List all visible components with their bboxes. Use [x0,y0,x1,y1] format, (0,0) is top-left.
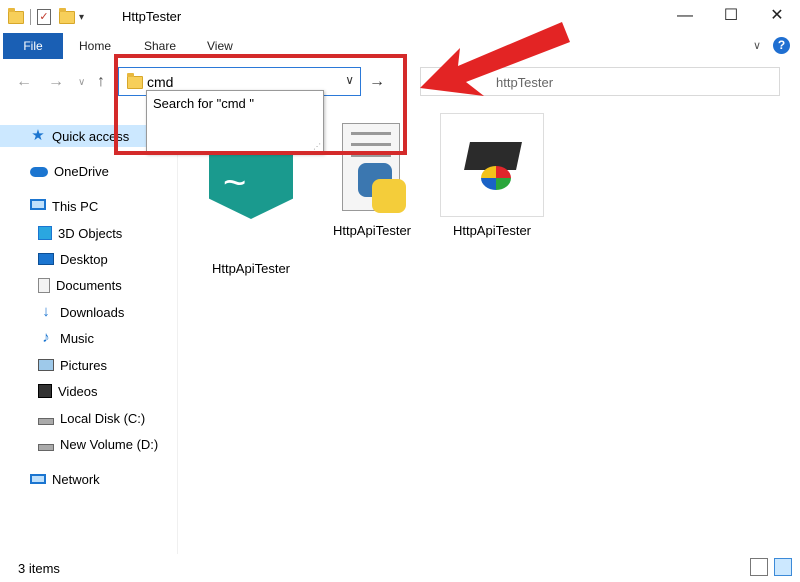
maximize-button[interactable]: ☐ [708,0,754,33]
folder-icon [127,73,143,89]
resize-grip-icon[interactable]: ⋰ [313,142,321,151]
chevron-down-icon[interactable]: ∨ [345,73,354,87]
sidebar-item-label: This PC [52,198,99,214]
search-hint-text: httpTester [496,75,554,90]
file-explorer-window: ✓ ▾ HttpTester — ☐ ✕ File Home Share Vie… [0,0,800,582]
view-toggle [750,558,792,576]
navigation-bar: ← → ∨ ↑ cmd ∨ → httpTester [0,59,800,105]
sidebar-item-videos[interactable]: Videos [38,380,98,402]
sidebar-item-label: Downloads [60,304,125,320]
sidebar-item-label: Desktop [60,251,108,267]
sidebar-item-label: OneDrive [54,163,109,179]
sidebar-item-onedrive[interactable]: OneDrive [30,160,109,182]
large-icons-view-icon[interactable] [774,558,792,576]
sidebar-item-new-volume[interactable]: New Volume (D:) [38,433,158,455]
back-arrow-icon[interactable]: ← [16,73,32,91]
network-icon [30,474,46,484]
close-button[interactable]: ✕ [754,0,800,33]
up-arrow-icon[interactable]: ↑ [97,73,105,91]
star-icon: ★ [31,127,45,144]
cloud-icon [30,167,48,177]
sidebar-item-label: 3D Objects [58,225,123,241]
window-controls: — ☐ ✕ [662,0,800,33]
customize-dropdown-icon[interactable]: ▾ [79,12,84,23]
sidebar-item-documents[interactable]: Documents [38,274,122,296]
window-title: HttpTester [122,9,182,24]
item-count: 3 items [18,561,60,576]
sidebar-item-label: Quick access [52,128,130,144]
quick-access-toolbar: ✓ ▾ [8,6,84,28]
file-name: HttpApiTester [332,223,412,238]
file-name: HttpApiTester [211,261,291,276]
music-icon: ♪ [42,329,50,346]
sidebar-item-label: New Volume (D:) [60,436,159,452]
sidebar-item-label: Pictures [60,357,107,373]
file-item[interactable]: HttpApiTester [437,113,547,238]
sidebar-item-pictures[interactable]: Pictures [38,354,107,376]
help-icon[interactable]: ? [773,37,790,54]
sidebar-item-local-disk[interactable]: Local Disk (C:) [38,407,145,429]
status-bar: 3 items [0,554,800,582]
sidebar-item-music[interactable]: ♪ Music [38,327,94,349]
file-list: HttpApiTester HttpApiTester HttpApiTeste… [180,105,800,554]
disk-icon [38,417,54,425]
tab-home[interactable]: Home [79,39,111,53]
download-icon: ↓ [42,303,50,320]
tab-file[interactable]: File [3,33,63,59]
sidebar-item-label: Videos [58,383,98,399]
title-bar: ✓ ▾ HttpTester — ☐ ✕ [0,0,800,33]
app-icon [199,151,303,255]
sidebar-item-3d-objects[interactable]: 3D Objects [38,222,122,244]
exe-icon [440,113,544,217]
details-view-icon[interactable] [750,558,768,576]
desktop-icon [38,253,54,265]
sidebar-item-downloads[interactable]: ↓ Downloads [38,301,124,323]
tab-view[interactable]: View [207,39,233,53]
sidebar-item-network[interactable]: Network [30,468,100,490]
search-box[interactable]: httpTester [420,67,780,96]
sidebar-item-label: Documents [56,277,122,293]
toolbar-divider [30,9,31,25]
navigation-pane: ★ Quick access OneDrive This PC 3D Objec… [0,105,178,554]
videos-icon [38,384,52,398]
search-suggestion-item[interactable]: Search for "cmd " [153,96,254,111]
expand-ribbon-icon[interactable]: ∨ [753,39,761,52]
sidebar-item-label: Music [60,330,94,346]
address-suggestion-dropdown: Search for "cmd " ⋰ [146,90,324,154]
computer-icon [30,198,46,210]
ribbon-controls: ∨ ? [753,37,790,54]
sidebar-item-this-pc[interactable]: This PC [30,195,98,217]
document-icon [38,277,50,293]
sidebar-item-label: Network [52,471,100,487]
minimize-button[interactable]: — [662,0,708,33]
sidebar-item-label: Local Disk (C:) [60,410,146,426]
properties-icon[interactable]: ✓ [37,9,51,25]
pictures-icon [38,359,54,371]
cube-icon [38,226,52,240]
go-arrow-icon[interactable]: → [369,73,385,91]
python-icon [320,113,424,217]
ribbon-tabs: File Home Share View ∨ ? [0,33,800,59]
new-folder-icon[interactable] [59,7,75,24]
address-input[interactable]: cmd [147,74,173,90]
file-item[interactable]: HttpApiTester [317,113,427,238]
tab-share[interactable]: Share [144,39,176,53]
disk-icon [38,443,54,451]
folder-icon[interactable] [8,7,24,24]
forward-arrow-icon[interactable]: → [48,73,64,91]
file-name: HttpApiTester [452,223,532,238]
recent-locations-icon[interactable]: ∨ [78,77,85,88]
sidebar-item-desktop[interactable]: Desktop [38,248,108,270]
